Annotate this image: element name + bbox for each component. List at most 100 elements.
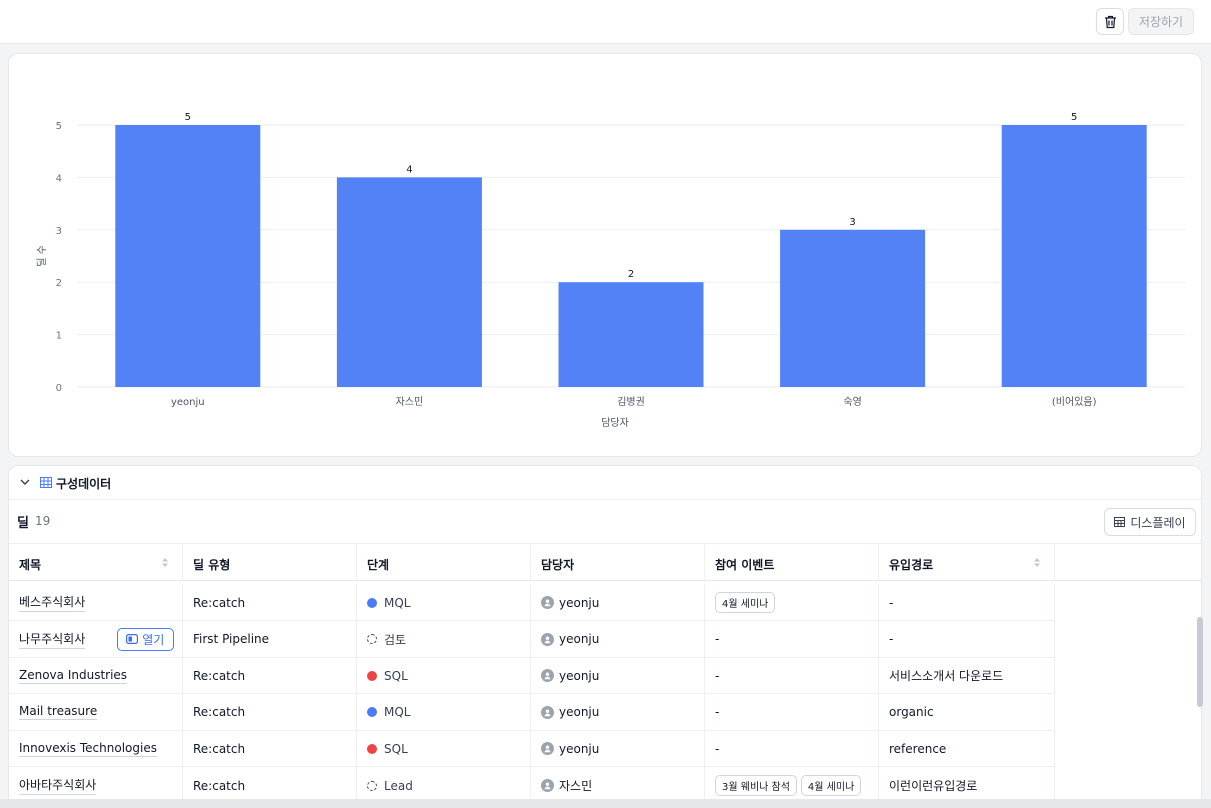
stage-status-icon	[367, 707, 377, 718]
y-tick-label: 1	[56, 331, 62, 342]
deal-title[interactable]: 나무주식회사	[19, 630, 86, 649]
save-button[interactable]: 저장하기	[1128, 8, 1194, 35]
bar-1	[336, 177, 482, 387]
table-card: 구성데이터 딜 19 디스플레이 제목 딜 유형 단계 담당자 참여 이벤트 유…	[8, 465, 1202, 805]
table-cell: MQL	[357, 584, 531, 621]
owner-name: yeonju	[559, 741, 600, 756]
deal-type: Re:catch	[193, 595, 246, 610]
deal-title[interactable]: Mail treasure	[19, 704, 98, 721]
table-cell: Re:catch	[183, 584, 357, 621]
table-cell[interactable]: Innovexis Technologies	[9, 730, 183, 768]
table-cell[interactable]: 나무주식회사 열기	[9, 620, 183, 658]
y-tick-label: 0	[56, 383, 62, 394]
table-cell: -	[705, 620, 879, 658]
table-cell: SQL	[357, 657, 531, 695]
table-header: 제목 딜 유형 단계 담당자 참여 이벤트 유입경로	[9, 543, 1201, 582]
table-cell: yeonju	[531, 584, 705, 621]
x-tick-label: yeonju	[171, 397, 205, 408]
table-icon	[40, 477, 52, 488]
sort-icon[interactable]	[1034, 558, 1040, 567]
user-avatar-icon	[541, 779, 554, 792]
data-label: 3	[849, 217, 855, 228]
column-header-events[interactable]: 참여 이벤트	[705, 544, 879, 582]
bar-3	[780, 229, 926, 387]
bar-4	[1001, 125, 1147, 387]
table-cell: -	[879, 620, 1055, 658]
event-chip[interactable]: 3월 웨비나 참석	[715, 775, 797, 796]
table-cell: yeonju	[531, 620, 705, 658]
table-cell: Re:catch	[183, 657, 357, 695]
table-cell: -	[705, 693, 879, 731]
column-header-type[interactable]: 딜 유형	[183, 544, 357, 582]
stage-label: Lead	[384, 778, 413, 793]
stage-status-icon	[367, 780, 377, 791]
trash-icon	[1104, 15, 1116, 28]
deal-title[interactable]: Innovexis Technologies	[19, 741, 157, 757]
top-toolbar: 저장하기	[0, 0, 1211, 44]
table-cell[interactable]: 베스주식회사	[9, 584, 183, 621]
bar-0	[115, 125, 261, 387]
deal-type: Re:catch	[193, 705, 246, 720]
table-icon	[1114, 517, 1126, 527]
stage-status-icon	[367, 634, 377, 645]
table-cell: -	[705, 730, 879, 768]
deal-type: Re:catch	[193, 668, 246, 683]
source-value: -	[889, 595, 894, 610]
deal-title[interactable]: 베스주식회사	[19, 593, 86, 612]
y-tick-label: 3	[56, 226, 62, 237]
column-header-stage[interactable]: 단계	[357, 544, 531, 582]
table-cell: yeonju	[531, 693, 705, 731]
events-empty: -	[715, 668, 720, 683]
delete-button[interactable]	[1096, 8, 1124, 35]
open-button[interactable]: 열기	[117, 627, 175, 651]
table-cell: yeonju	[531, 657, 705, 695]
table-row[interactable]: Zenova Industries Re:catch SQL yeonju - 서비스소개…	[9, 657, 1055, 695]
source-value: organic	[889, 705, 934, 720]
table-cell[interactable]: Mail treasure	[9, 693, 183, 731]
y-tick-label: 4	[56, 173, 62, 184]
chevron-down-icon[interactable]	[20, 478, 30, 486]
section-header[interactable]: 구성데이터	[9, 466, 1201, 500]
table-cell[interactable]: Zenova Industries	[9, 657, 183, 695]
table-cell: SQL	[357, 730, 531, 768]
deal-title[interactable]: Zenova Industries	[19, 668, 128, 684]
stage-label: MQL	[384, 595, 411, 610]
y-axis-label: 딜 수	[36, 245, 48, 267]
vertical-scrollbar[interactable]	[1197, 617, 1203, 707]
bar-2	[558, 282, 704, 387]
table-row[interactable]: Mail treasure Re:catch MQL yeonju - organic	[9, 693, 1055, 731]
column-header-owner[interactable]: 담당자	[531, 544, 705, 582]
column-header-title[interactable]: 제목	[9, 544, 183, 582]
table-cell: -	[879, 584, 1055, 621]
deal-type: Re:catch	[193, 778, 246, 793]
owner-name: yeonju	[559, 632, 600, 647]
stage-label: SQL	[384, 741, 408, 756]
stage-label: MQL	[384, 705, 411, 720]
deal-type: Re:catch	[193, 741, 246, 756]
x-tick-label: (비어있음)	[1052, 396, 1097, 408]
table-row[interactable]: Innovexis Technologies Re:catch SQL yeonju -…	[9, 730, 1055, 768]
deal-label: 딜	[17, 516, 29, 531]
user-avatar-icon	[541, 705, 554, 719]
table-row[interactable]: 나무주식회사 열기 First Pipeline 검토 yeonju - -	[9, 620, 1055, 658]
table-row[interactable]: 베스주식회사 Re:catch MQL yeonju 4월 세미나 -	[9, 584, 1055, 621]
table-cell: Re:catch	[183, 730, 357, 768]
table-cell: MQL	[357, 693, 531, 731]
x-axis-label: 담당자	[601, 417, 629, 429]
event-chip[interactable]: 4월 세미나	[715, 592, 776, 613]
table-cell: -	[705, 657, 879, 695]
stage-label: 검토	[384, 632, 407, 647]
column-header-source[interactable]: 유입경로	[879, 544, 1055, 582]
events-empty: -	[715, 632, 720, 647]
deal-title[interactable]: 아바타주식회사	[19, 776, 97, 795]
stage-status-icon	[367, 597, 377, 608]
deal-count: 19	[35, 514, 51, 528]
stage-status-icon	[367, 743, 377, 754]
data-label: 5	[185, 112, 191, 123]
sort-icon[interactable]	[162, 558, 168, 567]
display-button[interactable]: 디스플레이	[1104, 508, 1196, 536]
horizontal-scroll-track[interactable]	[0, 799, 1211, 808]
table-cell: 서비스소개서 다운로드	[879, 657, 1055, 695]
event-chip[interactable]: 4월 세미나	[800, 775, 862, 796]
data-label: 5	[1071, 112, 1077, 123]
